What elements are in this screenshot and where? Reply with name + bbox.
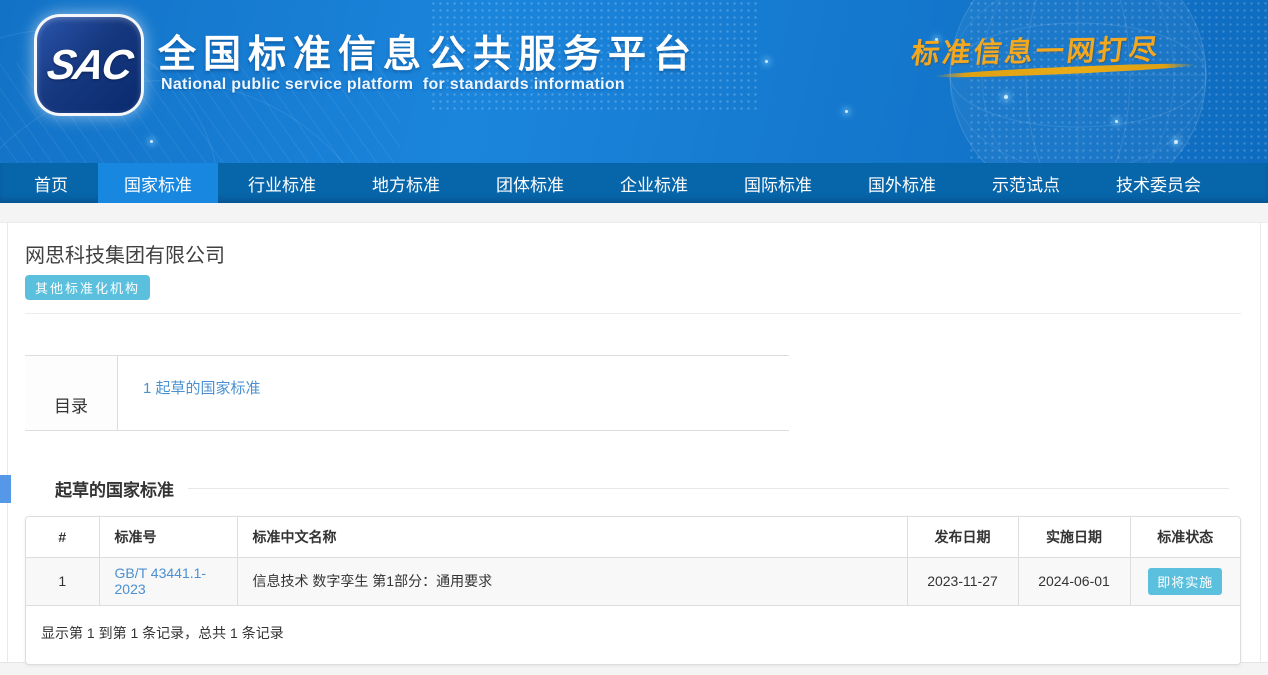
organization-name: 网思科技集团有限公司 [25, 223, 1241, 268]
table-header-row: # 标准号 标准中文名称 发布日期 实施日期 标准状态 [26, 517, 1240, 557]
nav-item-home[interactable]: 首页 [8, 163, 94, 203]
column-header-standard-no: 标准号 [99, 517, 237, 557]
toc-label: 目录 [25, 356, 118, 430]
table-of-contents: 目录 1 起草的国家标准 [25, 355, 789, 431]
page-background-gap [0, 203, 1268, 223]
nav-item-international-standards[interactable]: 国际标准 [718, 163, 838, 203]
sac-logo-text: SAC [43, 41, 134, 89]
divider [25, 313, 1241, 314]
index-cell: 1 [26, 557, 99, 605]
status-badge: 即将实施 [1148, 568, 1222, 595]
nav-item-national-standards[interactable]: 国家标准 [98, 163, 218, 203]
sparkle-dot [765, 60, 768, 63]
nav-item-technical-committees[interactable]: 技术委员会 [1090, 163, 1227, 203]
nav-item-group-standards[interactable]: 团体标准 [470, 163, 590, 203]
sparkle-dot [845, 110, 848, 113]
standards-table-container: # 标准号 标准中文名称 发布日期 实施日期 标准状态 1 GB/T 43441… [25, 516, 1241, 665]
column-header-implement-date: 实施日期 [1018, 517, 1130, 557]
main-nav: 首页 国家标准 行业标准 地方标准 团体标准 企业标准 国际标准 国外标准 示范… [0, 163, 1268, 203]
section-header: 起草的国家标准 [25, 476, 1241, 501]
column-header-index: # [26, 517, 99, 557]
organization-type-badge: 其他标准化机构 [25, 275, 150, 300]
table-row: 1 GB/T 43441.1-2023 信息技术 数字孪生 第1部分：通用要求 … [26, 557, 1240, 605]
toc-links: 1 起草的国家标准 [118, 356, 789, 430]
sparkle-dot [150, 140, 153, 143]
standard-no-link[interactable]: GB/T 43441.1-2023 [115, 565, 207, 597]
nav-item-industry-standards[interactable]: 行业标准 [222, 163, 342, 203]
section-title: 起草的国家标准 [55, 476, 174, 501]
section-marker [0, 475, 11, 503]
column-header-standard-name: 标准中文名称 [237, 517, 907, 557]
globe-graphic [943, 0, 1213, 163]
site-subtitle: National public service platform for sta… [161, 76, 625, 94]
sparkle-dot [1174, 140, 1178, 144]
nav-item-foreign-standards[interactable]: 国外标准 [842, 163, 962, 203]
toc-link-drafted-standards[interactable]: 1 起草的国家标准 [143, 380, 261, 397]
section-divider-line [188, 488, 1229, 489]
nav-item-local-standards[interactable]: 地方标准 [346, 163, 466, 203]
column-header-status: 标准状态 [1130, 517, 1240, 557]
column-header-publish-date: 发布日期 [907, 517, 1018, 557]
sparkle-dot [1004, 95, 1008, 99]
publish-date-cell: 2023-11-27 [907, 557, 1018, 605]
standards-table: # 标准号 标准中文名称 发布日期 实施日期 标准状态 1 GB/T 43441… [26, 517, 1240, 606]
record-count-summary: 显示第 1 到第 1 条记录，总共 1 条记录 [26, 606, 1240, 664]
sparkle-dot [1115, 120, 1118, 123]
standard-name-cell: 信息技术 数字孪生 第1部分：通用要求 [237, 557, 907, 605]
nav-item-enterprise-standards[interactable]: 企业标准 [594, 163, 714, 203]
nav-item-pilot-programs[interactable]: 示范试点 [966, 163, 1086, 203]
sac-logo[interactable]: SAC [34, 14, 144, 116]
content-card: 网思科技集团有限公司 其他标准化机构 目录 1 起草的国家标准 起草的国家标准 … [7, 223, 1261, 662]
site-title: 全国标准信息公共服务平台 [158, 23, 698, 78]
site-banner: SAC 全国标准信息公共服务平台 National public service… [0, 0, 1268, 163]
implement-date-cell: 2024-06-01 [1018, 557, 1130, 605]
